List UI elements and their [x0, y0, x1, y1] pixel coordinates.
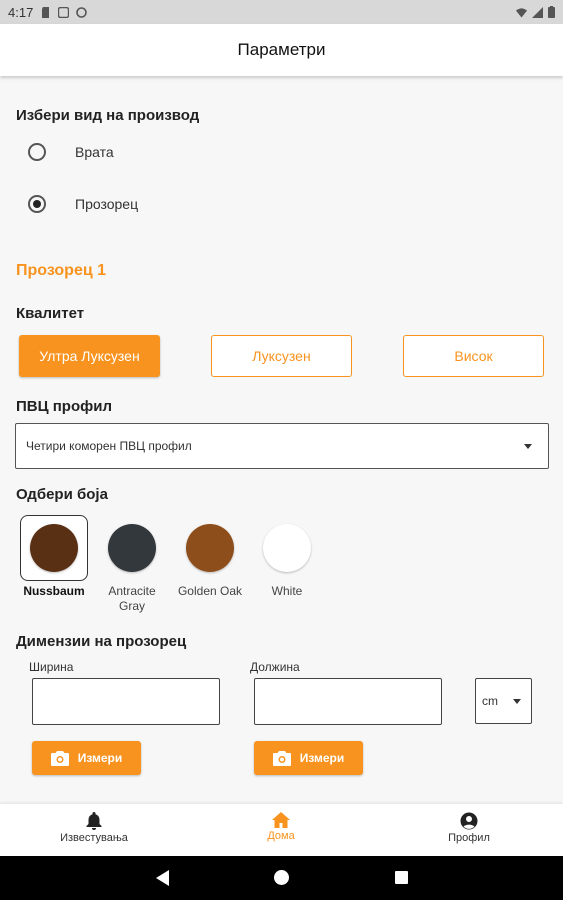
color-label-antracite-gray: Antracite Gray: [87, 584, 177, 614]
radio-window-label: Прозорец: [75, 196, 139, 212]
radio-door-label: Врата: [75, 144, 114, 160]
radio-button[interactable]: [28, 195, 46, 213]
nav-home-label: Дома: [267, 830, 295, 842]
pvc-profile-value: Четири коморен ПВЦ профил: [26, 439, 192, 453]
status-bar: 4:17: [0, 0, 563, 24]
color-label-antracite-gray-text: Antracite Gray: [108, 584, 156, 613]
status-time: 4:17: [8, 4, 34, 20]
parameters-form: Избери вид на производ Врата Прозорец Пр…: [0, 76, 563, 804]
color-label-white: White: [271, 584, 303, 598]
quality-high-button[interactable]: Висок: [403, 335, 544, 377]
camera-icon: [272, 750, 291, 766]
radio-door[interactable]: Врата: [28, 140, 114, 164]
nav-notifications-label: Известувања: [60, 832, 128, 844]
quality-ultra-luxury-button[interactable]: Ултра Луксузен: [19, 335, 160, 377]
system-navigation-bar: [0, 856, 563, 900]
back-icon[interactable]: [156, 870, 169, 886]
home-circle-icon[interactable]: [274, 870, 289, 885]
measure-width-button[interactable]: Измери: [32, 741, 141, 775]
measure-length-button[interactable]: Измери: [254, 741, 363, 775]
color-swatch-antracite-gray: [108, 524, 156, 572]
measure-width-label: Измери: [77, 751, 123, 765]
page-title: Параметри: [237, 40, 326, 59]
unit-dropdown[interactable]: cm: [475, 678, 532, 724]
battery-icon: [548, 6, 555, 18]
bottom-navigation: Известувања Дома Профил: [0, 804, 563, 856]
home-icon: [272, 812, 290, 828]
color-swatch-white: [263, 524, 311, 572]
color-label: Одбери боја: [16, 486, 108, 503]
account-icon: [460, 812, 478, 830]
color-swatch-nussbaum: [30, 524, 78, 572]
color-option-golden-oak[interactable]: [176, 515, 244, 581]
nav-profile-label: Профил: [448, 832, 490, 844]
color-option-white[interactable]: [253, 515, 321, 581]
wifi-icon: [516, 7, 527, 18]
width-input[interactable]: [32, 678, 220, 725]
signal-icon: [532, 6, 543, 18]
width-field-label: Ширина: [29, 660, 74, 674]
quality-luxury-button[interactable]: Луксузен: [211, 335, 352, 377]
chevron-down-icon: [513, 699, 521, 704]
radio-window[interactable]: Прозорец: [28, 192, 138, 216]
bell-icon: [86, 812, 102, 830]
recents-icon[interactable]: [395, 871, 408, 884]
color-swatch-golden-oak: [186, 524, 234, 572]
camera-icon: [50, 750, 69, 766]
quality-label: Квалитет: [16, 305, 85, 322]
notification-icon: [58, 6, 70, 18]
measure-length-label: Измери: [299, 751, 345, 765]
app-bar: Параметри: [0, 24, 563, 76]
nav-home[interactable]: Дома: [226, 812, 336, 842]
color-label-nussbaum: Nussbaum: [23, 584, 85, 598]
radio-button[interactable]: [28, 143, 46, 161]
chevron-down-icon: [524, 444, 532, 449]
sd-card-icon: [42, 6, 50, 18]
product-type-label: Избери вид на производ: [16, 107, 200, 124]
unit-value: cm: [482, 694, 498, 708]
dimensions-label: Димензии на прозорец: [16, 633, 187, 650]
length-field-label: Должина: [250, 660, 300, 674]
pvc-profile-dropdown[interactable]: Четири коморен ПВЦ профил: [15, 423, 549, 469]
nav-notifications[interactable]: Известувања: [39, 812, 149, 844]
length-input[interactable]: [254, 678, 442, 725]
color-option-nussbaum[interactable]: [20, 515, 88, 581]
sync-icon: [76, 6, 88, 18]
color-option-antracite-gray[interactable]: [98, 515, 166, 581]
nav-profile[interactable]: Профил: [414, 812, 524, 844]
pvc-profile-label: ПВЦ профил: [16, 398, 112, 415]
window-title: Прозорец 1: [16, 262, 107, 279]
